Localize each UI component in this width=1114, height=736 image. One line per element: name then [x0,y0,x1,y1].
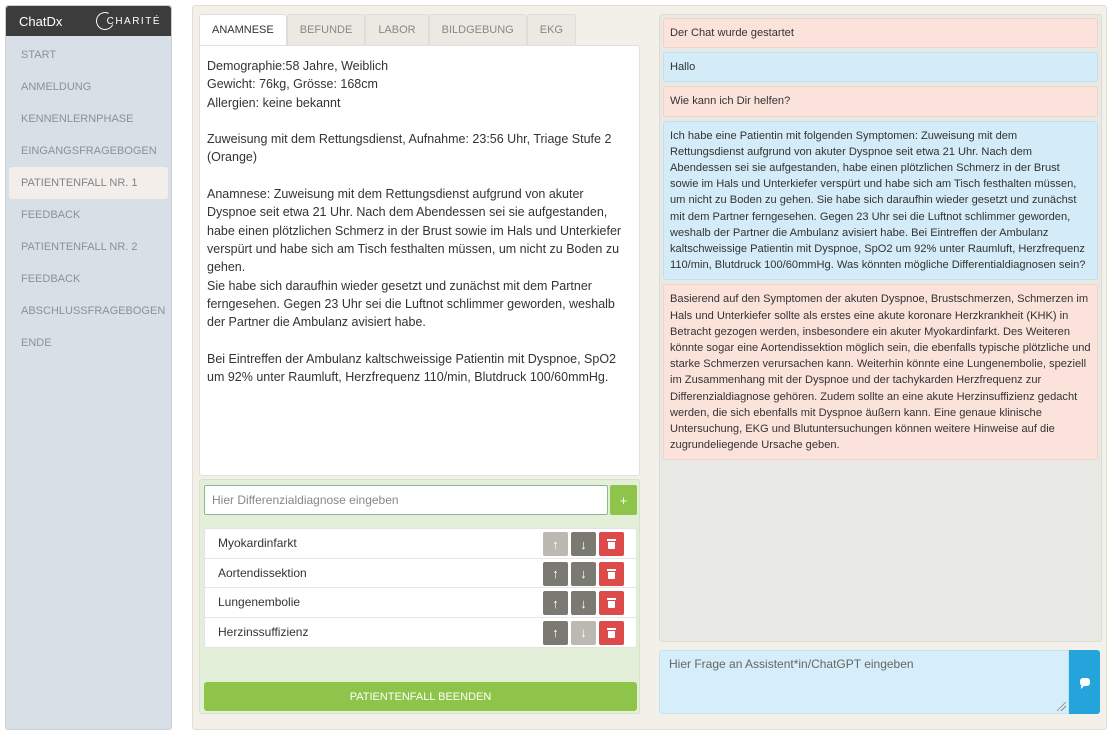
sidebar: ChatDx CHARITÉ START ANMELDUNG KENNENLER… [5,5,172,730]
trash-icon [607,568,616,579]
add-diagnosis-button[interactable]: + [610,485,637,515]
diagnosis-label: Lungenembolie [218,595,301,610]
move-up-button[interactable]: ↑ [543,620,568,645]
sidebar-item-ende[interactable]: ENDE [6,327,171,359]
charite-logo: CHARITÉ [93,9,161,33]
case-description: Demographie:58 Jahre, Weiblich Gewicht: … [199,45,640,476]
sidebar-item-label: KENNENLERNPHASE [21,113,134,125]
delete-button[interactable] [599,620,624,645]
sidebar-item-label: EINGANGSFRAGEBOGEN [21,145,157,157]
sidebar-item-patientenfall-2[interactable]: PATIENTENFALL NR. 2 [6,231,171,263]
trash-icon [607,598,616,608]
tab-bildgebung[interactable]: BILDGEBUNG [428,14,527,45]
diagnosis-label: Aortendissektion [218,565,307,580]
sidebar-item-abschlussfragebogen[interactable]: ABSCHLUSSFRAGEBOGEN [6,295,171,327]
tab-anamnese[interactable]: ANAMNESE [199,14,287,45]
delete-button[interactable] [599,561,624,586]
delete-button[interactable] [599,532,624,556]
chat-input[interactable]: Hier Frage an Assistent*in/ChatGPT einge… [659,650,1069,714]
anamnesis-text-a: Anamnese: Zuweisung mit dem Rettungsdien… [207,187,622,275]
diagnosis-row: Myokardinfarkt ↑ ↓ [205,529,636,559]
diagnosis-actions: ↑ ↓ [543,620,624,645]
move-down-button[interactable]: ↓ [571,561,596,586]
charite-logo-text: CHARITÉ [106,15,161,27]
chat-input-placeholder: Hier Frage an Assistent*in/ChatGPT einge… [669,657,914,671]
send-button[interactable] [1069,650,1100,714]
tab-ekg[interactable]: EKG [526,14,576,45]
sidebar-item-label: PATIENTENFALL NR. 2 [21,241,138,253]
charite-logo-mark [93,9,117,33]
chat-message-bot: Wie kann ich Dir helfen? [663,86,1098,117]
demographics-block: Demographie:58 Jahre, Weiblich Gewicht: … [207,57,632,112]
move-down-button[interactable]: ↓ [571,591,596,615]
sidebar-item-feedback-2[interactable]: FEEDBACK [6,263,171,295]
move-up-button[interactable]: ↑ [543,561,568,586]
arrival-paragraph: Bei Eintreffen der Ambulanz kaltschweiss… [207,351,617,385]
diagnosis-list: Myokardinfarkt ↑ ↓ Aortendissektion ↑ ↓ … [204,528,637,648]
move-down-button[interactable]: ↓ [571,532,596,556]
chat-bubble-icon [1079,678,1090,689]
demographics-line: Demographie:58 Jahre, Weiblich [207,59,389,73]
diagnosis-row: Aortendissektion ↑ ↓ [205,559,636,588]
chat-history: Der Chat wurde gestartet Hallo Wie kann … [659,14,1102,642]
sidebar-item-start[interactable]: START [6,39,171,71]
chat-message-user: Ich habe eine Patientin mit folgenden Sy… [663,120,1098,281]
sidebar-item-label: FEEDBACK [21,209,81,221]
sidebar-item-anmeldung[interactable]: ANMELDUNG [6,71,171,103]
delete-button[interactable] [599,591,624,615]
weight-height-line: Gewicht: 76kg, Grösse: 168cm [207,77,378,92]
diagnosis-row: Lungenembolie ↑ ↓ [205,588,636,618]
resize-grip-icon[interactable] [1057,702,1066,711]
sidebar-item-patientenfall-1[interactable]: PATIENTENFALL NR. 1 [9,167,168,199]
sidebar-item-label: ANMELDUNG [21,81,92,93]
sidebar-header: ChatDx CHARITÉ [6,6,171,36]
diagnosis-input[interactable] [204,485,608,515]
trash-icon [607,539,616,549]
chat-message-user: Hallo [663,52,1098,83]
sidebar-item-feedback-1[interactable]: FEEDBACK [6,199,171,231]
allergies-line: Allergien: keine bekannt [207,95,341,110]
diagnosis-actions: ↑ ↓ [543,561,624,586]
move-up-button[interactable]: ↑ [543,591,568,615]
diagnosis-actions: ↑ ↓ [543,591,624,615]
sidebar-item-label: ABSCHLUSSFRAGEBOGEN [21,305,166,317]
tab-befunde[interactable]: BEFUNDE [286,14,366,45]
move-down-button[interactable]: ↓ [571,620,596,645]
sidebar-item-label: ENDE [21,337,52,349]
chat-message-bot: Der Chat wurde gestartet [663,18,1098,49]
case-tabs: ANAMNESE BEFUNDE LABOR BILDGEBUNG EKG [199,14,576,45]
app-brand: ChatDx [19,13,63,29]
sidebar-item-kennenlernphase[interactable]: KENNENLERNPHASE [6,103,171,135]
admission-paragraph: Zuweisung mit dem Rettungsdienst, Aufnah… [207,132,612,165]
tab-labor[interactable]: LABOR [365,14,429,45]
diagnosis-label: Herzinssuffizienz [218,625,309,640]
chat-message-bot: Basierend auf den Symptomen der akuten D… [663,284,1098,461]
move-up-button[interactable]: ↑ [543,532,568,556]
diagnosis-panel: + Myokardinfarkt ↑ ↓ Aortendissektion ↑ … [199,479,640,714]
anamnesis-paragraph: Anamnese: Zuweisung mit dem Rettungsdien… [207,185,632,331]
diagnosis-row: Herzinssuffizienz ↑ ↓ [205,618,636,648]
sidebar-item-label: FEEDBACK [21,273,81,285]
sidebar-item-eingangsfragebogen[interactable]: EINGANGSFRAGEBOGEN [6,135,171,167]
anamnesis-text-b: Sie habe sich daraufhin wieder gesetzt u… [207,278,615,330]
diagnosis-actions: ↑ ↓ [543,532,624,556]
main-panel: ANAMNESE BEFUNDE LABOR BILDGEBUNG EKG De… [192,5,1107,730]
trash-icon [607,627,616,638]
end-case-button[interactable]: PATIENTENFALL BEENDEN [204,682,637,711]
sidebar-item-label: START [21,49,57,61]
sidebar-nav: START ANMELDUNG KENNENLERNPHASE EINGANGS… [6,36,171,359]
sidebar-item-label: PATIENTENFALL NR. 1 [21,177,138,189]
diagnosis-label: Myokardinfarkt [218,536,297,551]
